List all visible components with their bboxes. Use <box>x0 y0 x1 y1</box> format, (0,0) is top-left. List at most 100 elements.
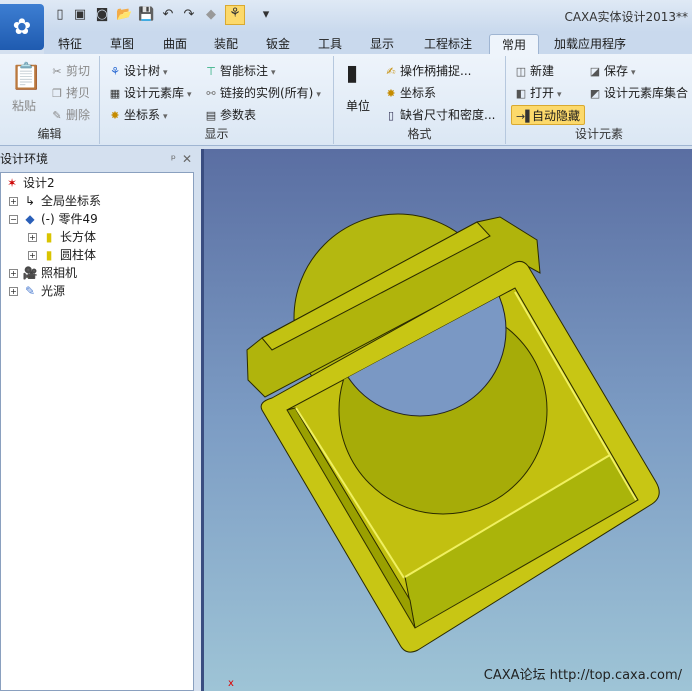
camera-icon: 🎥 <box>22 266 38 280</box>
element-library-button[interactable]: ▦ 设计元素库 ▾ <box>108 83 192 103</box>
box-feature-icon: ▮ <box>45 230 53 244</box>
template-icon[interactable]: ◙ <box>94 7 110 23</box>
tree-node-cylinder[interactable]: + ▮ 圆柱体 <box>28 246 96 264</box>
expand-toggle[interactable]: + <box>9 269 18 278</box>
redo-icon[interactable]: ↷ <box>181 7 197 23</box>
caxa-logo-icon: ✿ <box>12 14 32 40</box>
tab-sheetmetal[interactable]: 钣金 <box>260 34 296 55</box>
library-set-icon: ◩ <box>589 87 601 100</box>
save-icon[interactable]: 💾 <box>138 7 154 23</box>
customize-dropdown[interactable]: ▾ <box>258 7 274 23</box>
tab-feature[interactable]: 特征 <box>52 34 88 55</box>
tab-annotation[interactable]: 工程标注 <box>418 34 478 55</box>
group-edit: 📋 粘贴 ✂ 剪切 ❐ 拷贝 ✎ 删除 编辑 <box>0 56 100 144</box>
expand-toggle[interactable]: + <box>28 251 37 260</box>
library-set-button[interactable]: ◩ 设计元素库集合 <box>588 83 688 103</box>
snap-icon: ✍ <box>386 65 396 78</box>
new-icon[interactable]: ▯ <box>52 7 68 23</box>
design-environment-panel: 设计环境 ᵖ ✕ ✶ 设计2 + ↳ 全局坐标系 − ◆ (-) 零件49 + ▮ 长方体 +… <box>0 146 201 691</box>
expand-toggle[interactable]: + <box>9 197 18 206</box>
new-icon: ◫ <box>515 65 527 78</box>
design-tree: ✶ 设计2 + ↳ 全局坐标系 − ◆ (-) 零件49 + ▮ 长方体 + ▮ 圆柱体 + 🎥 照相… <box>0 172 194 691</box>
tab-surface[interactable]: 曲面 <box>157 34 193 55</box>
scissors-icon: ✂ <box>52 65 62 78</box>
axes-icon: ↳ <box>24 194 36 208</box>
cut-button[interactable]: ✂ 剪切 <box>50 61 90 81</box>
render-icon[interactable]: ◆ <box>203 7 219 23</box>
expand-toggle[interactable]: + <box>9 287 18 296</box>
pin-icon[interactable]: ᵖ <box>171 148 176 170</box>
paste-icon: 📋 <box>10 62 43 92</box>
tree-node-camera[interactable]: + 🎥 照相机 <box>9 264 77 282</box>
chevron-down-icon: ▾ <box>271 68 276 78</box>
default-size-button[interactable]: ▯ 缺省尺寸和密度... <box>384 105 495 125</box>
app-menu-button[interactable]: ✿ <box>0 4 44 50</box>
cylinder-feature-icon: ▮ <box>45 248 53 262</box>
part-icon: ◆ <box>25 212 35 226</box>
coord-icon: ✸ <box>386 87 396 100</box>
group-label: 显示 <box>204 127 229 141</box>
chevron-down-icon: ▾ <box>631 68 636 78</box>
ruler-icon: ▮ <box>346 61 359 86</box>
coord-system-button[interactable]: ✸ 坐标系 ▾ <box>108 105 168 125</box>
paste-button[interactable]: 粘贴 <box>12 96 36 116</box>
handle-snap-button[interactable]: ✍ 操作柄捕捉... <box>384 61 471 81</box>
chevron-down-icon: ▾ <box>163 68 168 78</box>
save-icon: ◪ <box>589 65 601 78</box>
axis-indicator: x <box>228 678 234 689</box>
linked-instances-button[interactable]: ⚯ 链接的实例(所有) ▾ <box>204 83 321 103</box>
window-title: CAXA实体设计2013** <box>564 10 688 24</box>
auto-hide-button[interactable]: →▌自动隐藏 <box>511 105 586 125</box>
open-icon: ◧ <box>515 87 527 100</box>
tab-assembly[interactable]: 装配 <box>208 34 244 55</box>
design-tree-button[interactable]: ⚘ 设计树 ▾ <box>108 61 168 81</box>
folder-icon[interactable]: 📂 <box>116 7 132 23</box>
watermark: CAXA论坛 http://top.caxa.com/ <box>483 668 682 683</box>
group-label: 设计元素 <box>574 127 623 141</box>
light-icon: ✎ <box>24 284 36 298</box>
save-element-button[interactable]: ◪ 保存 ▾ <box>588 61 636 81</box>
tree-node-part[interactable]: − ◆ (-) 零件49 <box>9 210 98 228</box>
close-icon[interactable]: ✕ <box>182 148 192 170</box>
tree-icon: ⚘ <box>110 65 120 78</box>
tree-node-global-coord[interactable]: + ↳ 全局坐标系 <box>9 192 101 210</box>
tree-node-design[interactable]: ✶ 设计2 <box>4 174 55 192</box>
group-label: 编辑 <box>37 127 62 141</box>
design-icon: ✶ <box>6 176 18 190</box>
new-element-button[interactable]: ◫ 新建 <box>514 61 554 81</box>
3d-viewport[interactable]: x CAXA论坛 http://top.caxa.com/ <box>201 149 692 691</box>
auto-hide-icon: →▌ <box>516 110 534 123</box>
panel-header: 设计环境 ᵖ ✕ <box>0 148 196 170</box>
unit-button[interactable]: 单位 <box>346 96 370 116</box>
group-display: ⚘ 设计树 ▾ ▦ 设计元素库 ▾ ✸ 坐标系 ▾ ⊤ 智能标注 ▾ ⚯ 链接的实例(所有) ▾ ▤… <box>100 56 334 144</box>
link-icon: ⚯ <box>206 87 216 100</box>
table-icon: ▤ <box>205 109 217 122</box>
open-element-button[interactable]: ◧ 打开 ▾ <box>514 83 562 103</box>
tree-node-light[interactable]: + ✎ 光源 <box>9 282 65 300</box>
ribbon: 📋 粘贴 ✂ 剪切 ❐ 拷贝 ✎ 删除 编辑 ⚘ 设计树 ▾ ▦ 设计元素库 ▾ ✸ 坐标系 ▾ … <box>0 54 692 146</box>
undo-icon[interactable]: ↶ <box>160 7 176 23</box>
chevron-down-icon: ▾ <box>557 90 562 100</box>
chevron-down-icon: ▾ <box>187 90 192 100</box>
design-tree-icon[interactable]: ⚘ <box>225 5 245 25</box>
tree-node-box[interactable]: + ▮ 长方体 <box>28 228 96 246</box>
tab-addins[interactable]: 加载应用程序 <box>548 34 632 55</box>
model-render <box>246 213 660 653</box>
copy-button[interactable]: ❐ 拷贝 <box>50 83 90 103</box>
title-bar: ✿ ▯ ▣ ◙ 📂 💾 ↶ ↷ ◆ ⚘ ▾ CAXA实体设计2013** <box>0 0 692 50</box>
coord-icon: ✸ <box>110 109 120 122</box>
open-red-icon[interactable]: ▣ <box>72 7 88 23</box>
smart-dimension-button[interactable]: ⊤ 智能标注 ▾ <box>204 61 276 81</box>
group-design-elements: ◫ 新建 ◧ 打开 ▾ →▌自动隐藏 ◪ 保存 ▾ ◩ 设计元素库集合 设计元素 <box>506 56 692 144</box>
tab-sketch[interactable]: 草图 <box>104 34 140 55</box>
tab-tools[interactable]: 工具 <box>312 34 348 55</box>
expand-toggle[interactable]: + <box>28 233 37 242</box>
tab-display[interactable]: 显示 <box>364 34 400 55</box>
chevron-down-icon: ▾ <box>163 112 168 122</box>
param-table-button[interactable]: ▤ 参数表 <box>204 105 256 125</box>
ribbon-tabs: 特征 草图 曲面 装配 钣金 工具 显示 工程标注 常用 加载应用程序 <box>44 32 692 55</box>
tab-common[interactable]: 常用 <box>489 34 540 55</box>
delete-button[interactable]: ✎ 删除 <box>50 105 90 125</box>
format-coord-button[interactable]: ✸ 坐标系 <box>384 83 436 103</box>
collapse-toggle[interactable]: − <box>9 215 18 224</box>
